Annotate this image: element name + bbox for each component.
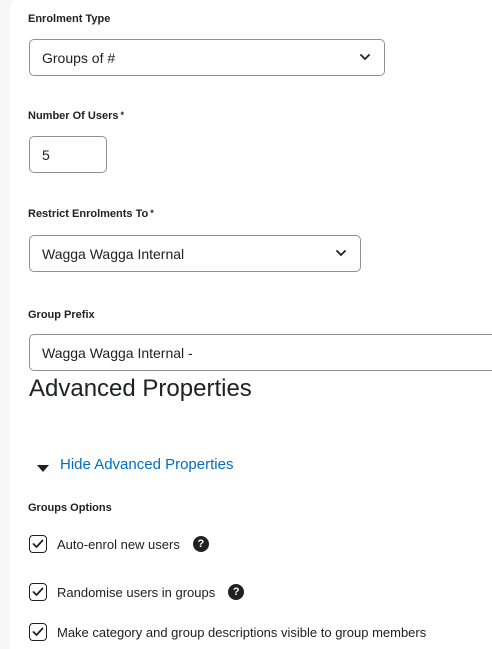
enrolment-type-select[interactable]: Groups of # <box>29 39 385 76</box>
groups-options-label: Groups Options <box>28 502 112 514</box>
restrict-enrolments-value: Wagga Wagga Internal <box>42 245 185 262</box>
descriptions-visible-checkbox[interactable] <box>29 623 47 641</box>
descriptions-visible-option: Make category and group descriptions vis… <box>29 623 426 641</box>
number-of-users-label: Number Of Users * <box>28 110 124 122</box>
chevron-down-icon <box>360 53 370 63</box>
auto-enrol-label: Auto-enrol new users <box>57 536 180 552</box>
restrict-enrolments-label: Restrict Enrolments To * <box>28 208 154 220</box>
descriptions-visible-label: Make category and group descriptions vis… <box>57 624 427 640</box>
required-mark: * <box>120 110 124 120</box>
auto-enrol-checkbox[interactable] <box>29 535 47 553</box>
question-circle-icon[interactable]: ? <box>228 584 245 600</box>
group-prefix-input[interactable]: Wagga Wagga Internal - <box>29 334 492 371</box>
group-prefix-value: Wagga Wagga Internal - <box>42 344 193 361</box>
checkmark-icon <box>32 587 44 596</box>
required-mark: * <box>150 208 154 218</box>
caret-down-icon <box>36 460 50 472</box>
randomise-users-label: Randomise users in groups <box>57 584 216 600</box>
restrict-enrolments-select[interactable]: Wagga Wagga Internal <box>29 235 361 272</box>
chevron-down-icon <box>336 249 346 259</box>
advanced-properties-heading: Advanced Properties <box>29 375 252 402</box>
auto-enrol-option: Auto-enrol new users ? <box>29 535 209 553</box>
enrolment-type-value: Groups of # <box>42 49 116 66</box>
randomise-users-checkbox[interactable] <box>29 583 47 601</box>
randomise-users-option: Randomise users in groups ? <box>29 583 245 601</box>
group-prefix-label: Group Prefix <box>28 309 95 321</box>
question-circle-icon[interactable]: ? <box>192 536 209 552</box>
form-panel: Enrolment Type Groups of # Number Of Use… <box>10 0 492 649</box>
enrolment-type-label: Enrolment Type <box>28 13 111 25</box>
hide-advanced-properties-link[interactable]: Hide Advanced Properties <box>60 456 233 473</box>
checkmark-icon <box>32 539 44 548</box>
number-of-users-input[interactable]: 5 <box>29 136 107 173</box>
hide-advanced-properties-toggle[interactable]: Hide Advanced Properties <box>36 456 233 473</box>
number-of-users-value: 5 <box>42 146 50 163</box>
checkmark-icon <box>32 627 44 636</box>
